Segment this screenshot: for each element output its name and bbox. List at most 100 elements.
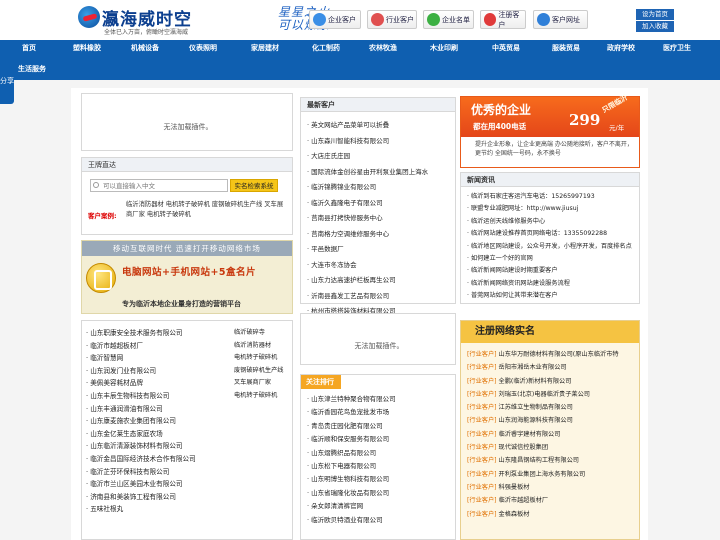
list-item[interactable]: 朵女郎清清裤官网 xyxy=(307,500,455,513)
list-item[interactable]: 山东职康安全技术服务有限公司 xyxy=(86,327,234,340)
list-item[interactable]: 山东临沂清源装饰材料有限公司 xyxy=(86,440,234,453)
list-item[interactable]: 临沂运创天线维修服务中心 xyxy=(467,216,639,228)
nav-item-medical[interactable]: 医疗卫生 xyxy=(646,40,708,56)
company-list-button[interactable]: 企业名单 xyxy=(423,10,474,29)
list-item[interactable]: 山东津兰特种聚合物有限公司 xyxy=(307,393,455,406)
list-item-text: 江苏维立生物制品有限公司 xyxy=(498,404,573,412)
list-item[interactable]: 临沂网站建设推荐首页网络电话：13355092288 xyxy=(467,228,639,240)
list-item[interactable]: 山东明博生物科技有限公司 xyxy=(307,473,455,486)
list-item[interactable]: 山东润发门业有限公司 xyxy=(86,365,234,378)
list-item[interactable]: 普莞网站如何让其带来潜在客户 xyxy=(467,290,639,302)
list-item[interactable]: 临沂到石家庄客运汽车电话：15265997193 xyxy=(467,191,639,203)
list-item[interactable]: 山东省瑞隆化妆品有限公司 xyxy=(307,487,455,500)
list-item[interactable]: [行业客户] 现代诚信控股集团 xyxy=(467,441,639,454)
list-item[interactable]: 联盟专业减肥网址：http://www.jiusuj xyxy=(467,203,639,215)
list-item[interactable]: 临沂芷芬环保科技有限公司 xyxy=(86,466,234,479)
nav-item-building[interactable]: 家居建材 xyxy=(232,40,298,56)
list-item[interactable]: [行业客户] 山东华万耐德材料有限公司(原山东临沂市特 xyxy=(467,348,639,361)
list-item[interactable]: [行业客户] 临沂睿宇建材有限公司 xyxy=(467,428,639,441)
list-item[interactable]: 青岛贵庄园化肥有限公司 xyxy=(307,420,455,433)
nav-item-machinery[interactable]: 机械设备 xyxy=(116,40,174,56)
list-item[interactable]: 国际流体金创谷星由开利泵业集团上海水 xyxy=(307,165,455,181)
nav-item-instruments[interactable]: 仪表照明 xyxy=(174,40,232,56)
list-item[interactable]: [行业客户] 山东隆昌钢结构工程有限公司 xyxy=(467,454,639,467)
set-homepage-button[interactable]: 设为首页 xyxy=(636,9,674,20)
list-item[interactable]: 山东丰通润滑油有限公司 xyxy=(86,403,234,416)
list-item[interactable]: 莒南格力空调维修服务中心 xyxy=(307,227,455,243)
list-item[interactable]: 山东丰辰生物科技有限公司 xyxy=(86,390,234,403)
client-cases-links[interactable]: 临沂消防器材 电机转子破碎机 废钢破碎机生产线 叉车展商厂家 电机转子破碎机 xyxy=(126,200,286,220)
share-tab[interactable]: 分享 xyxy=(0,72,14,104)
industry-clients-label: 行业客户 xyxy=(386,15,414,24)
list-item[interactable]: 山东熠腾织品有限公司 xyxy=(307,447,455,460)
nav-item-agriculture[interactable]: 农林牧渔 xyxy=(354,40,412,56)
list-item[interactable]: [行业客户] 刘瑞玉(北京)电器临沂贵子莱公司 xyxy=(467,388,639,401)
list-item[interactable]: [行业客户] 开利泵业集团上海水务有限公司 xyxy=(467,468,639,481)
list-item[interactable]: 临沂锦腾锦业有限公司 xyxy=(307,180,455,196)
list-item[interactable]: [行业客户] 江苏维立生物制品有限公司 xyxy=(467,401,639,414)
list-item[interactable]: 临沂市兰山区美园木业有限公司 xyxy=(86,478,234,491)
list-item[interactable]: 沂南县鑫发工艺品有限公司 xyxy=(307,289,455,305)
list-item[interactable]: 临沂新闻网站建设时期重要客户 xyxy=(467,265,639,277)
list-item[interactable]: 临沂久鑫隆电子有限公司 xyxy=(307,196,455,212)
search-input[interactable] xyxy=(90,179,228,192)
list-item[interactable]: 临沂欧贝特酒业有限公司 xyxy=(307,514,455,527)
list-item-text: 全鹏(临沂)新材料有限公司 xyxy=(498,377,572,385)
list-item[interactable]: 平邑数据厂 xyxy=(307,242,455,258)
company-list-left: 山东职康安全技术服务有限公司 临沂市越超板材厂 临沂智慧网 山东润发门业有限公司… xyxy=(86,327,234,516)
list-item[interactable]: [行业客户] 山东润海能源科技有限公司 xyxy=(467,414,639,427)
list-item[interactable]: 临沂金昌国际经济技术合作有限公司 xyxy=(86,453,234,466)
nav-item-trade[interactable]: 中英贸易 xyxy=(476,40,536,56)
nav-item-chemical[interactable]: 化工制药 xyxy=(298,40,354,56)
industry-tag: [行业客户] xyxy=(467,510,497,518)
add-favorite-button[interactable]: 加入收藏 xyxy=(636,21,674,32)
list-item[interactable]: 如何建立一个好的官网 xyxy=(467,253,639,265)
list-item[interactable]: 山东森川智能科技有限公司 xyxy=(307,134,455,150)
list-item[interactable]: [行业客户] 临沂市越超板材厂 xyxy=(467,494,639,507)
logo-icon xyxy=(78,6,100,28)
mobile-promo-banner[interactable]: 移动互联网时代 迅速打开移动网络市场 电脑网站+手机网站+5盒名片 专为临沂本地… xyxy=(81,240,293,314)
list-item[interactable]: 美佩美容耗材品牌 xyxy=(86,377,234,390)
list-item[interactable]: 山东金亿莱生态家庭农场 xyxy=(86,428,234,441)
list-item[interactable]: [行业客户] 科强曼板材 xyxy=(467,481,639,494)
list-item[interactable]: 临沂消防器材 xyxy=(234,340,292,353)
list-item[interactable]: 临沂地区网站建设，公众号开发，小程序开发，百度排名点 xyxy=(467,241,639,253)
list-item[interactable]: 英文网站产品菜单可以折叠 xyxy=(307,118,455,134)
list-item[interactable]: 大连市冬冻协会 xyxy=(307,258,455,274)
nav-item-home[interactable]: 首页 xyxy=(0,40,58,56)
list-item[interactable]: 山东松下电器有限公司 xyxy=(307,460,455,473)
list-item[interactable]: 临沂香园花鸟鱼宠批发市场 xyxy=(307,406,455,419)
list-item[interactable]: 叉车展商厂家 xyxy=(234,377,292,390)
phone-400-promo[interactable]: 优秀的企业 都在用400电话 299 元/年 只限临沂 提升企业形象，让企业更高… xyxy=(460,94,640,168)
list-item[interactable]: 济南县和美装饰工程有限公司 xyxy=(86,491,234,504)
nav-item-printing[interactable]: 木业印刷 xyxy=(412,40,476,56)
nav-item-life-services[interactable]: 生活服务 xyxy=(18,64,46,74)
list-item[interactable]: 山东力达高速护栏板再生公司 xyxy=(307,273,455,289)
list-item[interactable]: 大店庄氏庄园 xyxy=(307,149,455,165)
list-item[interactable]: 山东康麦施农业集团有限公司 xyxy=(86,415,234,428)
industry-clients-button[interactable]: 行业客户 xyxy=(367,10,417,29)
list-item[interactable]: 五味社根丸 xyxy=(86,503,234,516)
promo-description: 提升企业形象，让企业更高端 办公随地接听，客户不离开，更节约 全国统一号码，永不… xyxy=(475,141,633,157)
list-item[interactable]: 临沂市越超板材厂 xyxy=(86,340,234,353)
list-item[interactable]: [行业客户] 岳阳市湘岳木业有限公司 xyxy=(467,361,639,374)
nav-item-plastics[interactable]: 塑料橡胶 xyxy=(58,40,116,56)
list-item[interactable]: 莒南县打拷快修服务中心 xyxy=(307,211,455,227)
enterprise-clients-button[interactable]: 企业客户 xyxy=(309,10,361,29)
list-item[interactable]: [行业客户] 全鹏(临沂)新材料有限公司 xyxy=(467,375,639,388)
list-item[interactable]: 电机转子破碎机 xyxy=(234,352,292,365)
list-item[interactable]: 临沂智慧网 xyxy=(86,352,234,365)
list-item[interactable]: 电机转子破碎机 xyxy=(234,390,292,403)
register-clients-button[interactable]: 注册客户 xyxy=(480,10,526,29)
client-sites-button[interactable]: 客户网址 xyxy=(533,10,588,29)
banner-headline: 移动互联网时代 迅速打开移动网络市场 xyxy=(82,241,292,256)
list-item[interactable]: 废钢破碎机生产线 xyxy=(234,365,292,378)
search-button[interactable]: 实名检索系统 xyxy=(230,179,278,192)
list-item[interactable]: [行业客户] 金格森板材 xyxy=(467,508,639,521)
nav-item-clothing[interactable]: 服装贸易 xyxy=(536,40,596,56)
nav-item-government[interactable]: 政府学校 xyxy=(596,40,646,56)
industry-tag: [行业客户] xyxy=(467,390,497,398)
list-item[interactable]: 临沂顺和保安服务有限公司 xyxy=(307,433,455,446)
list-item[interactable]: 临沂破碎寺 xyxy=(234,327,292,340)
list-item[interactable]: 临沂新闻网络资讯网站建设服务流程 xyxy=(467,278,639,290)
